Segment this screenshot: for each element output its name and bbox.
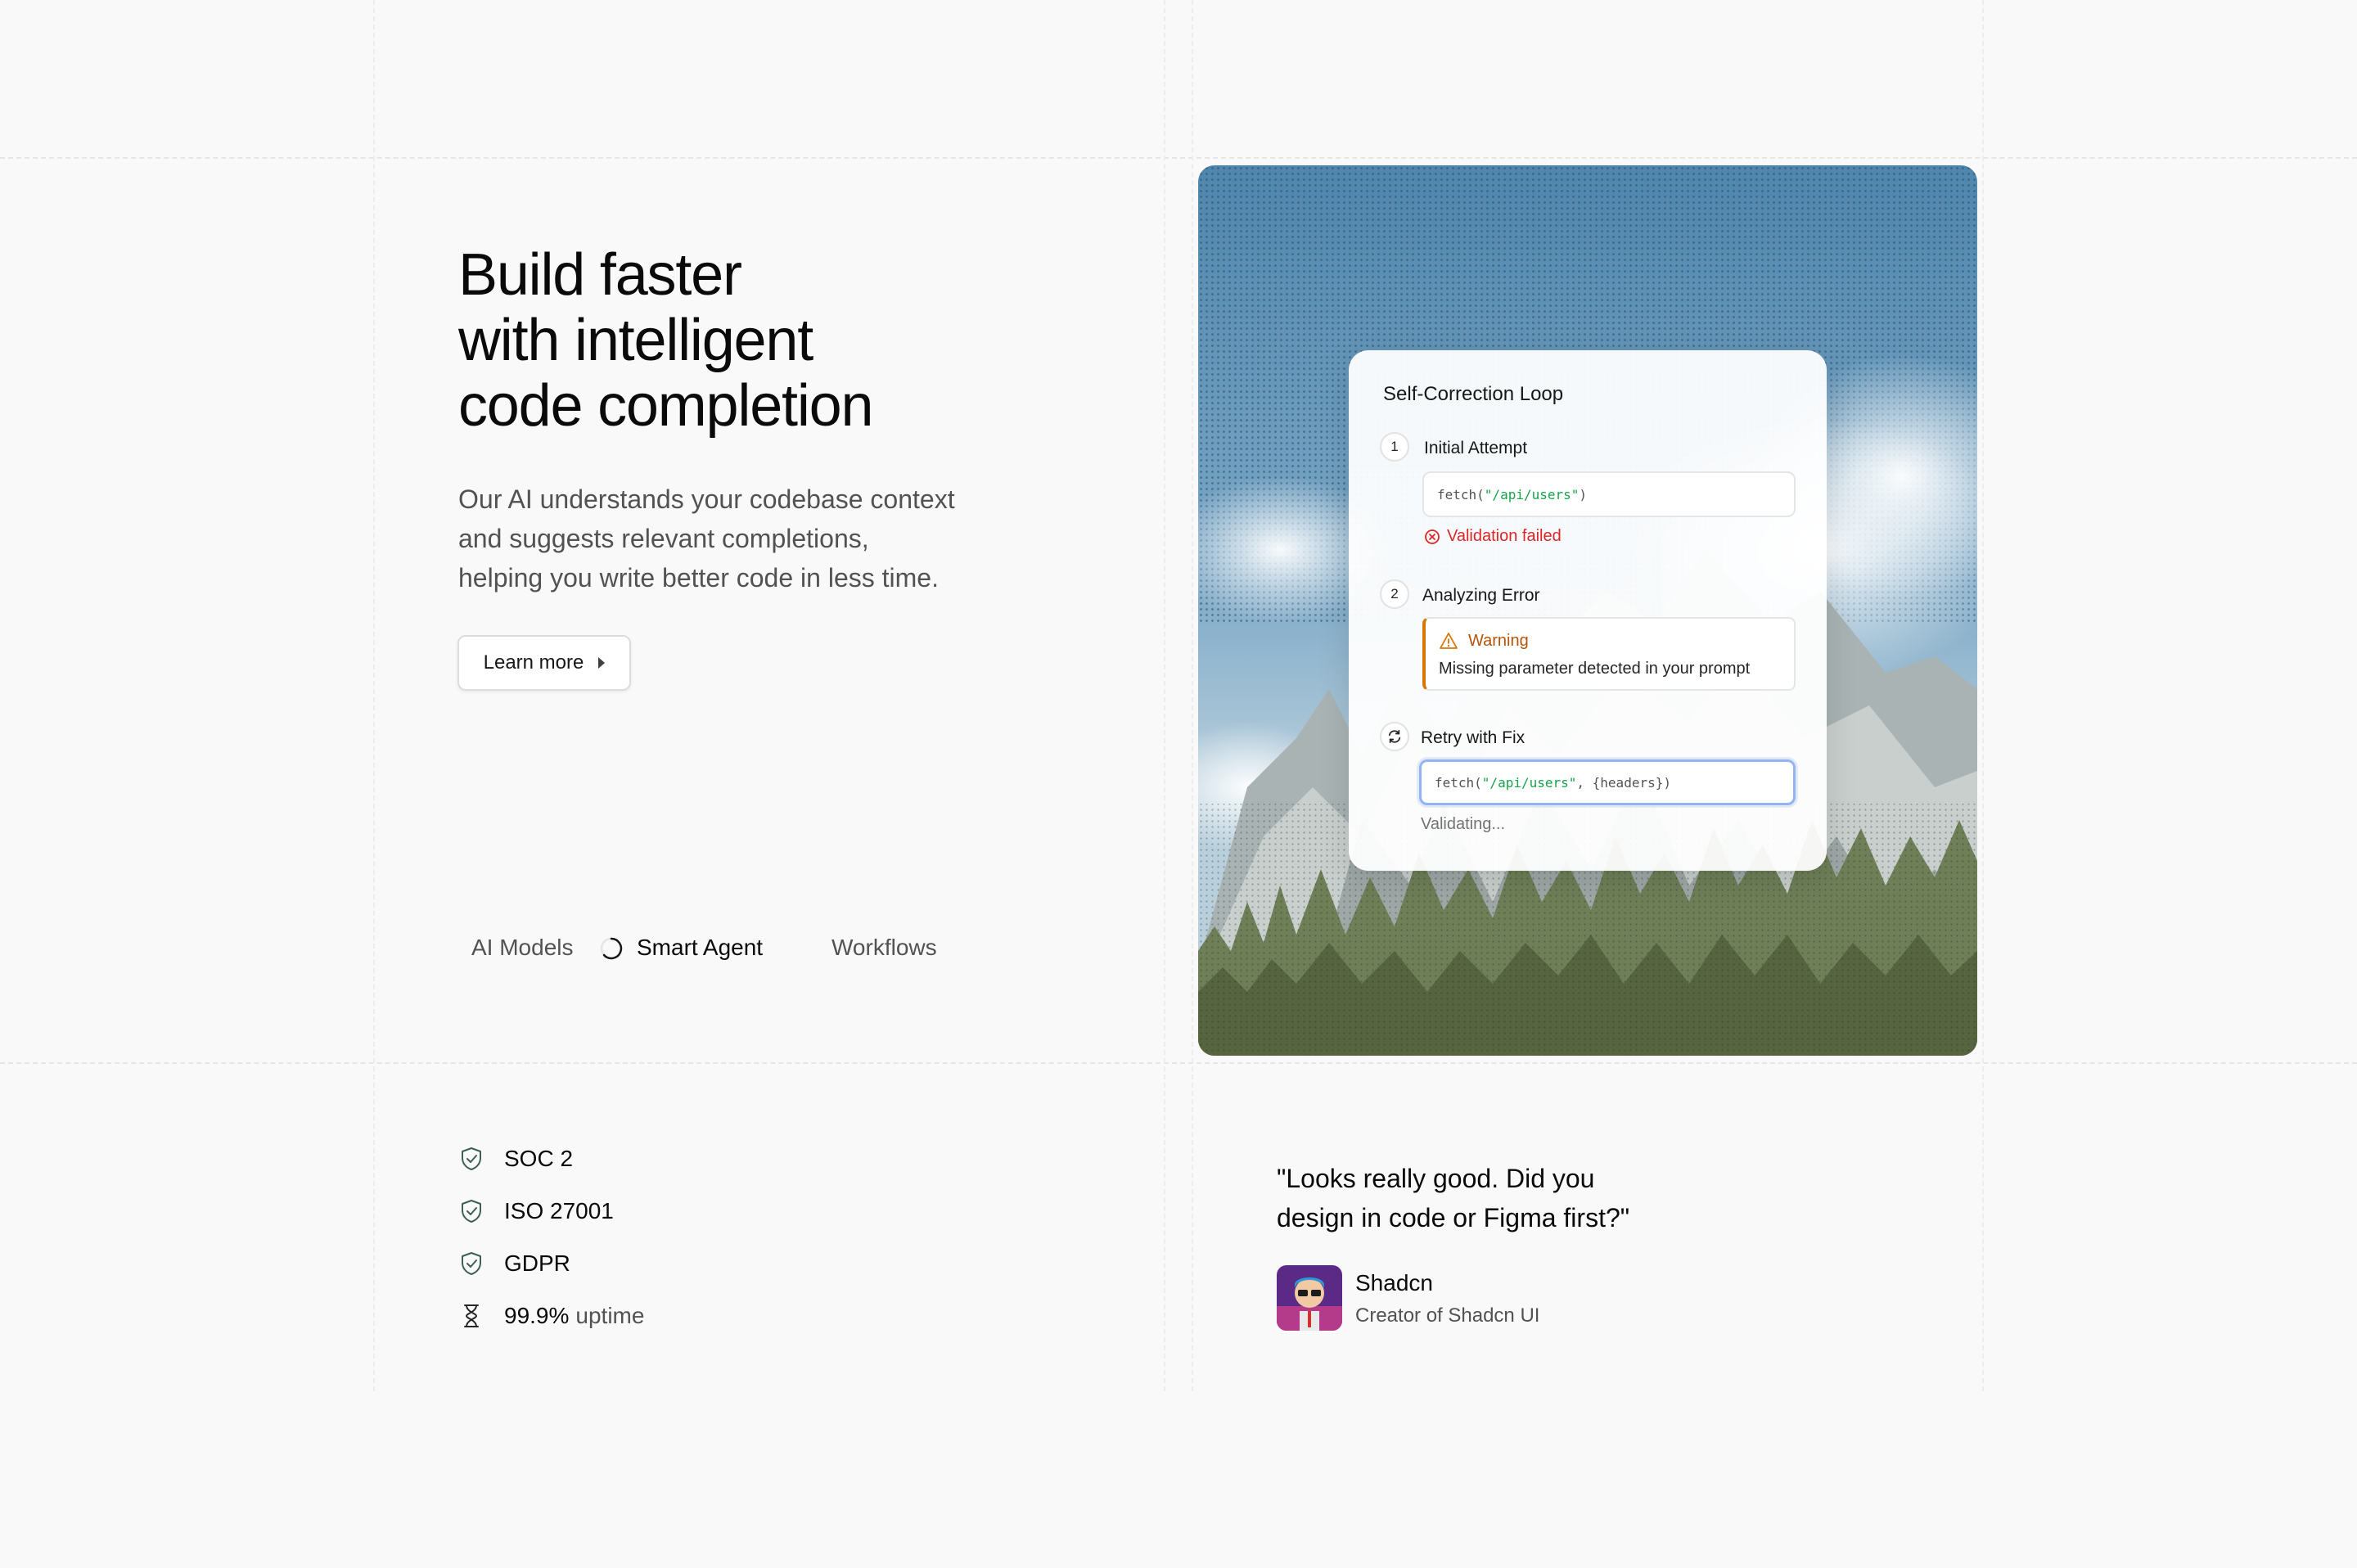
- grid-line-center-2: [1192, 0, 1193, 1391]
- learn-more-label: Learn more: [483, 651, 584, 674]
- uptime-value: 99.9%: [504, 1303, 570, 1328]
- compliance-item-gdpr: GDPR: [458, 1247, 786, 1280]
- warning-title: Warning: [1468, 632, 1529, 650]
- hero-description: Our AI understands your codebase context…: [458, 480, 1048, 597]
- shield-check-icon: [458, 1250, 484, 1277]
- hero-description-line: Our AI understands your codebase context: [458, 484, 955, 514]
- grid-line-top: [0, 157, 2357, 159]
- warning-triangle-icon: [1440, 633, 1458, 649]
- validation-failed-text: Validation failed: [1447, 527, 1562, 545]
- warning-text: Missing parameter detected in your promp…: [1439, 660, 1751, 678]
- code-suffix: , {headers}): [1576, 774, 1671, 791]
- loading-spinner-icon: [600, 937, 623, 960]
- compliance-label: GDPR: [504, 1250, 570, 1276]
- hero-description-line: helping you write better code in less ti…: [458, 563, 939, 593]
- testimonial-quote: "Looks really good. Did you design in co…: [1277, 1159, 1768, 1237]
- validating-status: Validating...: [1421, 815, 1506, 833]
- quote-line: design in code or Figma first?": [1277, 1203, 1630, 1232]
- compliance-item-iso27001: ISO 27001: [458, 1195, 786, 1228]
- step-2-label: Analyzing Error: [1422, 586, 1540, 605]
- compliance-label: SOC 2: [504, 1146, 574, 1171]
- grid-line-left: [373, 0, 375, 1391]
- quote-line: "Looks really good. Did you: [1277, 1164, 1595, 1193]
- hourglass-icon: [458, 1303, 484, 1329]
- grid-line-center: [1164, 0, 1165, 1391]
- self-correction-card: Self-Correction Loop 1 Initial Attempt f…: [1349, 350, 1827, 871]
- code-string: "/api/users": [1484, 486, 1580, 502]
- grid-line-middle: [0, 1062, 2357, 1064]
- x-circle-icon: [1425, 529, 1440, 544]
- hero-description-line: and suggests relevant completions,: [458, 524, 869, 553]
- tab-smart-agent[interactable]: Smart Agent: [637, 930, 763, 966]
- compliance-item-uptime: 99.9% uptime: [458, 1300, 786, 1332]
- warning-callout: Warning Missing parameter detected in yo…: [1422, 617, 1796, 691]
- chevron-right-icon: [598, 657, 606, 669]
- learn-more-button[interactable]: Learn more: [457, 635, 631, 691]
- code-suffix: ): [1579, 486, 1588, 502]
- code-prefix: fetch(: [1437, 486, 1485, 502]
- code-prefix: fetch(: [1435, 774, 1482, 791]
- hero-title-line: with intelligent: [458, 308, 813, 373]
- step-1-badge: 1: [1380, 432, 1409, 462]
- hero-title: Build faster with intelligent code compl…: [458, 242, 1080, 439]
- tab-ai-models[interactable]: AI Models: [471, 930, 574, 966]
- avatar: [1277, 1265, 1342, 1331]
- uptime-suffix: uptime: [575, 1303, 645, 1328]
- shield-check-icon: [458, 1198, 484, 1224]
- author-role: Creator of Shadcn UI: [1355, 1304, 1540, 1327]
- hero-title-line: Build faster: [458, 242, 742, 308]
- step-3-code: fetch("/api/users", {headers}): [1419, 759, 1796, 805]
- step-1-label: Initial Attempt: [1424, 439, 1528, 457]
- author-name: Shadcn: [1355, 1270, 1433, 1295]
- code-string: "/api/users": [1481, 774, 1577, 791]
- step-3-label: Retry with Fix: [1421, 728, 1526, 747]
- hero-title-line: code completion: [458, 373, 874, 439]
- refresh-icon: [1380, 722, 1409, 751]
- shield-check-icon: [458, 1146, 484, 1172]
- validation-failed-status: Validation failed: [1424, 527, 1562, 546]
- step-2-badge: 2: [1380, 579, 1409, 609]
- step-1-code: fetch("/api/users"): [1422, 471, 1796, 517]
- grid-line-right: [1982, 0, 1984, 1391]
- card-title: Self-Correction Loop: [1383, 383, 1564, 405]
- compliance-item-soc2: SOC 2: [458, 1142, 786, 1175]
- compliance-label: ISO 27001: [504, 1198, 614, 1223]
- tab-workflows[interactable]: Workflows: [831, 930, 937, 966]
